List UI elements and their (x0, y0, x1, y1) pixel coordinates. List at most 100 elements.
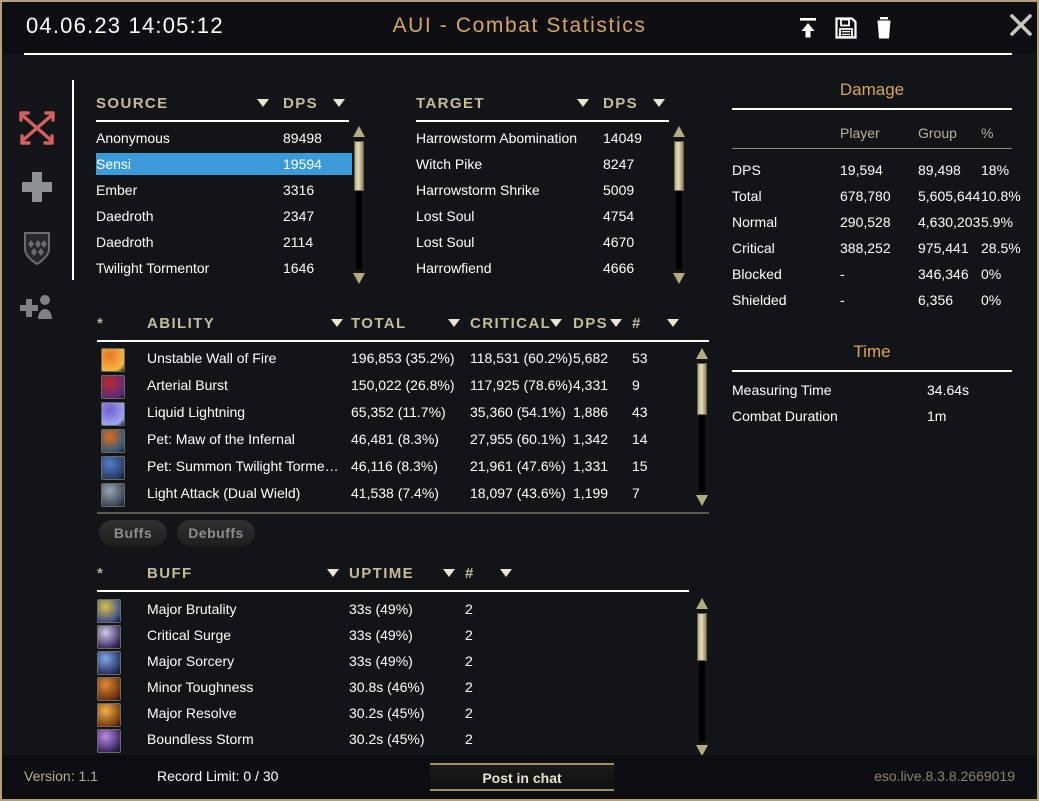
ability-scroll-down-arrow[interactable] (696, 495, 708, 506)
buff-scrollbar-thumb[interactable] (697, 613, 707, 661)
buff-row-name[interactable]: Major Resolve (147, 705, 236, 721)
uptime-column-header[interactable]: UPTIME (349, 565, 414, 582)
buff-row-uptime: 33s (49%) (349, 601, 413, 617)
target-row-name[interactable]: Witch Pike (416, 156, 482, 172)
source-sort-caret[interactable] (257, 99, 269, 107)
buff-sort-caret[interactable] (327, 569, 339, 577)
buff-star-column-header[interactable]: * (97, 565, 104, 582)
buff-row-name[interactable]: Critical Surge (147, 627, 231, 643)
source-column-header[interactable]: SOURCE (96, 95, 169, 112)
source-row-dps: 3316 (283, 182, 315, 198)
buff-row-name[interactable]: Minor Toughness (147, 679, 253, 695)
ability-count-column-header[interactable]: # (632, 315, 642, 332)
uptime-sort-caret[interactable] (443, 569, 455, 577)
sidebar-divider (72, 80, 74, 280)
ability-row-total: 46,116 (8.3%) (351, 458, 438, 474)
buff-row-name[interactable]: Boundless Storm (147, 731, 254, 747)
ability-column-header[interactable]: ABILITY (147, 315, 215, 332)
ability-row-name[interactable]: Pet: Maw of the Infernal (147, 431, 295, 447)
ability-dps-column-header[interactable]: DPS (573, 315, 608, 332)
buff-scroll-up-arrow[interactable] (696, 598, 708, 609)
post-in-chat-button[interactable]: Post in chat (430, 763, 614, 791)
sidebar-item-damage[interactable] (14, 105, 60, 151)
damage-row-player: - (840, 266, 845, 282)
target-scrollbar[interactable] (672, 126, 686, 284)
ability-row-name[interactable]: Liquid Lightning (147, 404, 245, 420)
target-column-header[interactable]: TARGET (416, 95, 485, 112)
target-dps-column-header[interactable]: DPS (603, 95, 638, 112)
source-scroll-up-arrow[interactable] (353, 126, 365, 137)
buff-column-header[interactable]: BUFF (147, 565, 193, 582)
target-scroll-down-arrow[interactable] (673, 273, 685, 284)
time-row-value: 1m (927, 408, 947, 424)
ability-row-name[interactable]: Light Attack (Dual Wield) (147, 485, 300, 501)
buff-row-name[interactable]: Major Brutality (147, 601, 236, 617)
source-row-name[interactable]: Ember (96, 182, 137, 198)
major-sorcery-icon (97, 651, 121, 675)
target-dps-sort-caret[interactable] (653, 99, 665, 107)
close-icon[interactable] (1008, 12, 1034, 38)
source-row-name[interactable]: Twilight Tormentor (96, 260, 209, 276)
damage-col-group: Group (918, 125, 957, 141)
ability-row-critical: 27,955 (60.1%) (470, 431, 566, 447)
tab-buffs[interactable]: Buffs (99, 520, 167, 546)
buff-row-uptime: 30.8s (46%) (349, 679, 425, 695)
target-scroll-up-arrow[interactable] (673, 126, 685, 137)
ability-dps-sort-caret[interactable] (610, 319, 622, 327)
sidebar-item-group[interactable] (14, 285, 60, 331)
damage-row-pct: 0% (981, 292, 1002, 308)
ability-row-count: 7 (632, 485, 640, 501)
target-row-name[interactable]: Harrowstorm Shrike (416, 182, 540, 198)
ability-sort-caret[interactable] (331, 319, 343, 327)
major-resolve-icon (97, 703, 121, 727)
critical-sort-caret[interactable] (550, 319, 562, 327)
source-scrollbar-thumb[interactable] (354, 141, 364, 191)
target-scrollbar-thumb[interactable] (674, 141, 684, 191)
ability-scroll-up-arrow[interactable] (696, 348, 708, 359)
ability-scrollbar[interactable] (695, 348, 709, 506)
damage-row-pct: 5.9% (981, 214, 1013, 230)
maw-of-the-infernal-icon (101, 429, 125, 453)
trash-icon[interactable] (870, 14, 898, 42)
source-dps-column-header[interactable]: DPS (283, 95, 318, 112)
source-header-rule (96, 120, 349, 122)
source-row-name[interactable]: Anonymous (96, 130, 170, 146)
ability-star-column-header[interactable]: * (97, 315, 104, 332)
ability-row-name[interactable]: Arterial Burst (147, 377, 228, 393)
save-floppy-icon[interactable] (832, 14, 860, 42)
sidebar (2, 55, 72, 755)
ability-row-name[interactable]: Pet: Summon Twilight Torme… (147, 458, 339, 474)
target-row-name[interactable]: Lost Soul (416, 208, 474, 224)
damage-row-player: 19,594 (840, 162, 883, 178)
source-row-name[interactable]: Daedroth (96, 234, 154, 250)
source-row-name[interactable]: Sensi (96, 156, 131, 172)
ability-footer-rule (97, 512, 709, 514)
buff-scrollbar[interactable] (695, 598, 709, 756)
liquid-lightning-icon (101, 402, 125, 426)
damage-row-player: 388,252 (840, 240, 891, 256)
source-scroll-down-arrow[interactable] (353, 273, 365, 284)
source-scrollbar[interactable] (352, 126, 366, 284)
total-column-header[interactable]: TOTAL (351, 315, 407, 332)
total-sort-caret[interactable] (448, 319, 460, 327)
buff-count-sort-caret[interactable] (500, 569, 512, 577)
target-sort-caret[interactable] (577, 99, 589, 107)
source-dps-sort-caret[interactable] (333, 99, 345, 107)
target-row-name[interactable]: Harrowstorm Abomination (416, 130, 577, 146)
ability-count-sort-caret[interactable] (667, 319, 679, 327)
damage-row-label: Shielded (732, 292, 787, 308)
ability-scrollbar-thumb[interactable] (697, 363, 707, 415)
buff-count-column-header[interactable]: # (465, 565, 475, 582)
ability-row-count: 53 (632, 350, 648, 366)
tab-debuffs[interactable]: Debuffs (177, 520, 255, 546)
buff-row-name[interactable]: Major Sorcery (147, 653, 234, 669)
source-row-name[interactable]: Daedroth (96, 208, 154, 224)
source-row-dps: 2347 (283, 208, 315, 224)
upload-icon[interactable] (794, 14, 822, 42)
ability-row-name[interactable]: Unstable Wall of Fire (147, 350, 276, 366)
target-row-name[interactable]: Lost Soul (416, 234, 474, 250)
sidebar-item-healing[interactable] (14, 165, 60, 211)
target-row-name[interactable]: Harrowfiend (416, 260, 491, 276)
sidebar-item-defense[interactable] (14, 225, 60, 271)
critical-column-header[interactable]: CRITICAL (470, 315, 551, 332)
